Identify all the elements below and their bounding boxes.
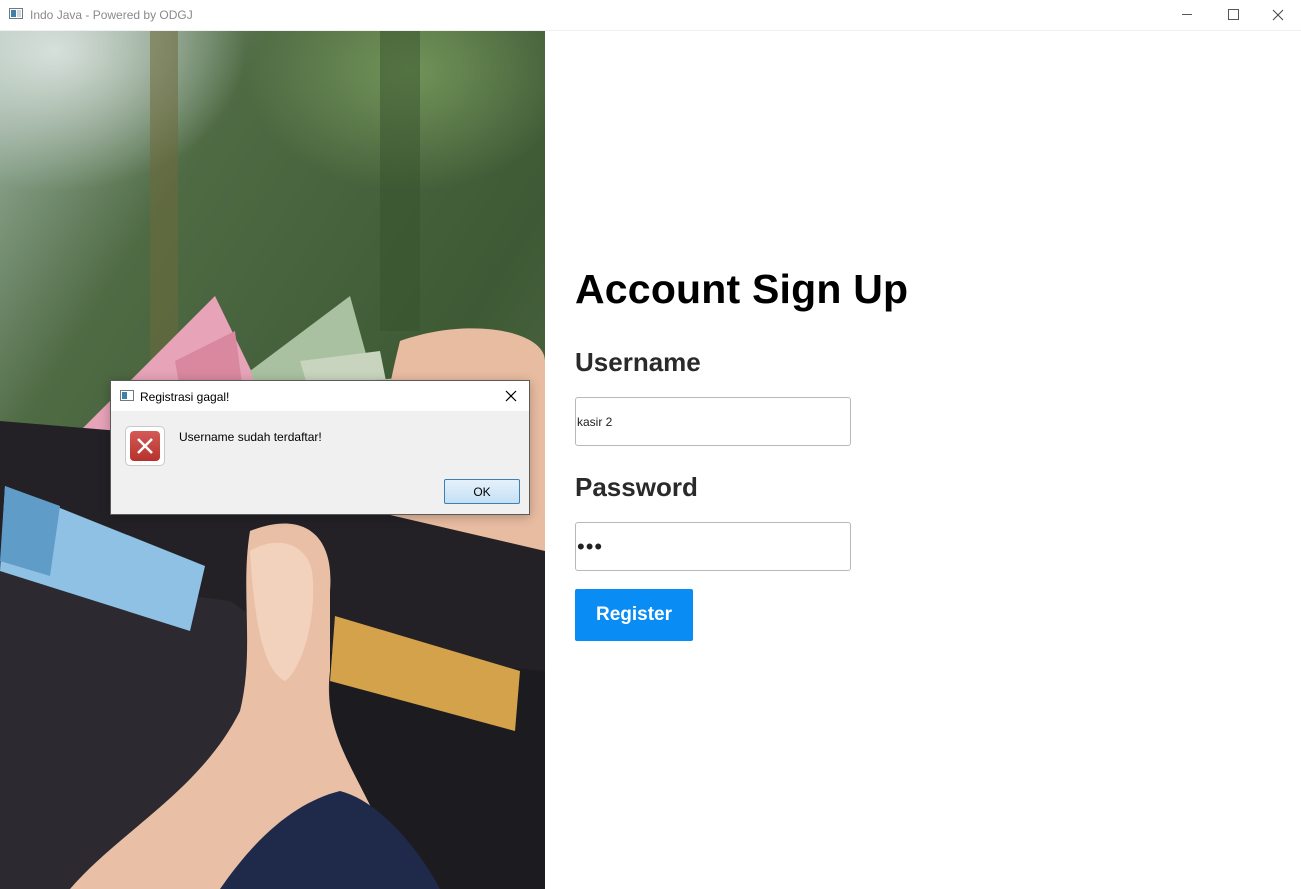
maximize-button[interactable] <box>1210 0 1256 30</box>
dialog-message: Username sudah terdaftar! <box>179 430 322 444</box>
password-input[interactable] <box>575 522 851 571</box>
dialog-title: Registrasi gagal! <box>140 390 230 404</box>
page-title: Account Sign Up <box>575 266 909 312</box>
ok-button[interactable]: OK <box>444 479 520 504</box>
username-label: Username <box>575 347 701 377</box>
register-button[interactable]: Register <box>575 589 693 641</box>
window-title: Indo Java - Powered by ODGJ <box>30 8 193 22</box>
close-icon <box>1272 9 1284 21</box>
error-icon <box>125 426 165 466</box>
username-input[interactable] <box>575 397 851 446</box>
password-label: Password <box>575 472 698 502</box>
dialog-close-button[interactable] <box>501 386 521 406</box>
dialog-app-icon <box>120 390 134 401</box>
error-x-glyph <box>137 438 153 454</box>
window-close-button[interactable] <box>1255 0 1301 30</box>
dialog-titlebar: Registrasi gagal! <box>111 381 529 411</box>
app-window-icon <box>9 8 23 19</box>
minimize-button[interactable] <box>1164 0 1210 30</box>
window-titlebar: Indo Java - Powered by ODGJ <box>0 0 1301 31</box>
error-dialog: Registrasi gagal! Username sudah terdaft… <box>110 380 530 515</box>
close-icon <box>505 390 517 402</box>
